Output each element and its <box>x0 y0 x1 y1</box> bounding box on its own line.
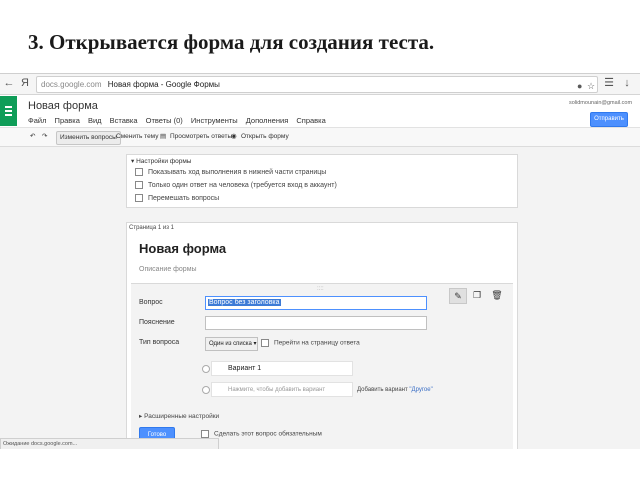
download-icon[interactable]: ↓ <box>620 76 634 90</box>
advanced-settings[interactable]: ▸ Расширенные настройки <box>139 412 219 420</box>
add-option-row[interactable]: Нажмите, чтобы добавить вариант <box>202 382 353 397</box>
goto-page-option[interactable]: Перейти на страницу ответа <box>261 339 360 347</box>
radio-icon <box>202 386 210 394</box>
tab-title: Новая форма - Google Формы <box>107 80 220 89</box>
question-editor: :::: ✎ ❐ 🗑 Вопрос Вопрос без заголовка П… <box>131 283 513 449</box>
delete-icon[interactable]: 🗑 <box>489 288 505 302</box>
duplicate-icon[interactable]: ❐ <box>469 288 485 302</box>
view-responses-button[interactable]: Просмотреть ответы <box>170 131 232 143</box>
docs-header: Новая форма Файл Правка Вид Вставка Отве… <box>0 95 640 127</box>
redo-icon[interactable]: ↷ <box>42 131 47 143</box>
menu-help[interactable]: Справка <box>296 116 325 125</box>
forms-app-icon[interactable] <box>0 96 17 126</box>
responses-icon: ▤ <box>160 133 167 140</box>
add-other-option[interactable]: Добавить вариант "Другое" <box>357 387 433 393</box>
url-host: docs.google.com <box>41 80 102 89</box>
required-option[interactable]: Сделать этот вопрос обязательным <box>201 430 322 438</box>
checkbox[interactable] <box>135 168 143 176</box>
question-label: Вопрос <box>139 299 163 306</box>
checkbox[interactable] <box>135 194 143 202</box>
undo-icon[interactable]: ↶ <box>30 131 35 143</box>
document-title[interactable]: Новая форма <box>28 100 98 112</box>
menu-addons[interactable]: Дополнения <box>246 116 288 125</box>
menu-bar: Файл Правка Вид Вставка Ответы (0) Инстр… <box>28 116 332 125</box>
lock-icon: ● <box>577 81 583 91</box>
browser-toolbar: ← Я docs.google.com Новая форма - Google… <box>0 74 640 95</box>
yandex-icon[interactable]: Я <box>18 76 32 90</box>
back-button[interactable]: ← <box>2 76 16 90</box>
edit-questions-button[interactable]: Изменить вопросы <box>56 131 121 145</box>
hint-label: Пояснение <box>139 319 175 326</box>
option-row[interactable]: Вариант 1 <box>202 361 353 376</box>
form-settings-panel: ▾ Настройки формы Показывать ход выполне… <box>126 154 518 208</box>
form-title[interactable]: Новая форма <box>139 241 226 256</box>
view-form-icon: ◉ <box>231 133 237 140</box>
type-label: Тип вопроса <box>139 339 180 346</box>
menu-file[interactable]: Файл <box>28 116 46 125</box>
checkbox[interactable] <box>261 339 269 347</box>
page-label: Страница 1 из 1 <box>129 225 174 231</box>
menu-icon[interactable]: ☰ <box>602 76 616 90</box>
setting-shuffle[interactable]: Перемешать вопросы <box>135 194 219 202</box>
edit-icon[interactable]: ✎ <box>449 288 467 304</box>
form-card: Страница 1 из 1 Новая форма Описание фор… <box>126 222 518 449</box>
user-email[interactable]: solidmounain@gmail.com <box>569 100 632 106</box>
menu-view[interactable]: Вид <box>88 116 102 125</box>
checkbox[interactable] <box>135 181 143 189</box>
checkbox[interactable] <box>201 430 209 438</box>
setting-progress[interactable]: Показывать ход выполнения в нижней части… <box>135 168 326 176</box>
settings-header[interactable]: ▾ Настройки формы <box>131 157 191 165</box>
menu-responses[interactable]: Ответы (0) <box>146 116 183 125</box>
view-form-button[interactable]: Открыть форму <box>241 131 289 143</box>
question-type-select[interactable]: Один из списка ▾ <box>205 337 258 351</box>
address-bar[interactable]: docs.google.com Новая форма - Google Фор… <box>36 76 598 93</box>
editor-toolbar: ↶ ↷ Изменить вопросы Сменить тему ▤ Прос… <box>0 127 640 147</box>
form-description[interactable]: Описание формы <box>139 266 197 273</box>
send-button[interactable]: Отправить <box>590 112 628 127</box>
question-input[interactable]: Вопрос без заголовка <box>205 296 427 310</box>
drag-handle-icon[interactable]: :::: <box>317 286 324 292</box>
menu-tools[interactable]: Инструменты <box>191 116 238 125</box>
slide-title: 3. Открывается форма для создания теста. <box>28 30 435 54</box>
menu-edit[interactable]: Правка <box>55 116 80 125</box>
change-theme-button[interactable]: Сменить тему <box>116 131 158 143</box>
status-bar: Ожидание docs.google.com... <box>0 438 219 449</box>
star-icon[interactable]: ☆ <box>587 79 595 93</box>
hint-input[interactable] <box>205 316 427 330</box>
menu-insert[interactable]: Вставка <box>110 116 138 125</box>
radio-icon <box>202 365 210 373</box>
browser-screenshot: ← Я docs.google.com Новая форма - Google… <box>0 73 640 449</box>
setting-one-response[interactable]: Только один ответ на человека (требуется… <box>135 181 337 189</box>
